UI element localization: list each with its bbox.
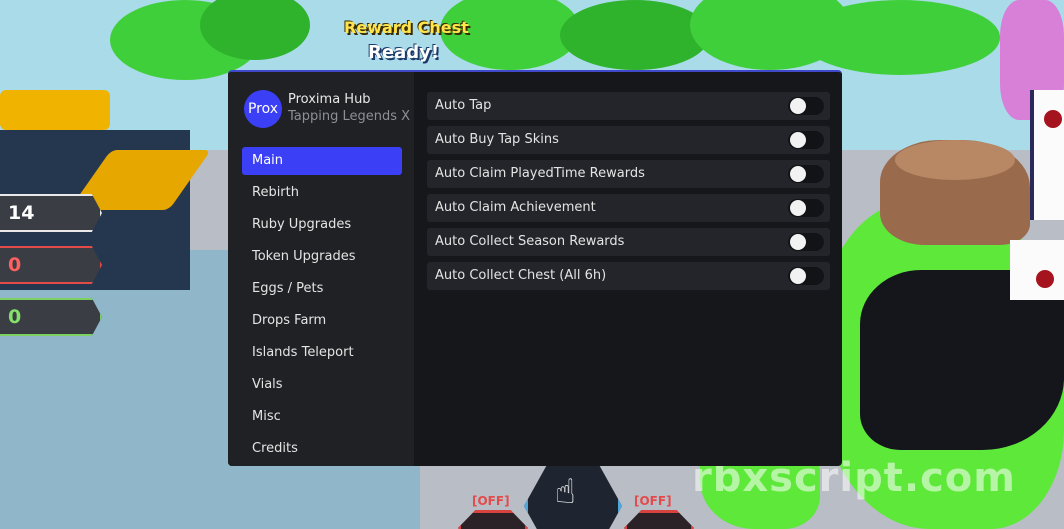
sidebar-item-main[interactable]: Main <box>242 147 402 175</box>
toggle-label: Auto Collect Season Rewards <box>435 234 625 249</box>
toggle-knob <box>790 200 806 216</box>
sidebar-item-rebirth[interactable]: Rebirth <box>242 179 402 207</box>
hub-title: Proxima Hub <box>288 92 371 107</box>
toggle-knob <box>790 166 806 182</box>
auto-collect-season-toggle[interactable] <box>788 233 824 251</box>
banner-dot <box>1036 270 1054 288</box>
banner-lower <box>1010 240 1064 300</box>
toggle-label: Auto Collect Chest (All 6h) <box>435 268 607 283</box>
reward-ready-label: Ready! <box>368 42 440 63</box>
taps-counter: 14 <box>0 194 102 232</box>
sidebar-item-credits[interactable]: Credits <box>242 435 402 463</box>
auto-claim-playedtime-toggle[interactable] <box>788 165 824 183</box>
rubies-counter: 0 <box>0 246 102 284</box>
off-tag-right: [OFF] <box>634 494 672 508</box>
sidebar-item-token-upgrades[interactable]: Token Upgrades <box>242 243 402 271</box>
off-tag-left: [OFF] <box>472 494 510 508</box>
toggle-row[interactable]: Auto Tap <box>427 92 830 120</box>
hand-tap-icon: ☝ <box>555 472 576 512</box>
toggle-row[interactable]: Auto Collect Season Rewards <box>427 228 830 256</box>
auto-buy-tap-skins-toggle[interactable] <box>788 131 824 149</box>
reward-chest-label: Reward Chest <box>344 18 469 37</box>
toggle-row[interactable]: Auto Collect Chest (All 6h) <box>427 262 830 290</box>
tree <box>560 0 710 70</box>
toggle-row[interactable]: Auto Buy Tap Skins <box>427 126 830 154</box>
auto-collect-chest-toggle[interactable] <box>788 267 824 285</box>
sidebar-item-drops-farm[interactable]: Drops Farm <box>242 307 402 335</box>
toggle-row[interactable]: Auto Claim Achievement <box>427 194 830 222</box>
sidebar-nav: Main Rebirth Ruby Upgrades Token Upgrade… <box>242 147 402 466</box>
toggle-label: Auto Tap <box>435 98 492 113</box>
toggle-label: Auto Buy Tap Skins <box>435 132 559 147</box>
sidebar: Prox Proxima Hub Tapping Legends X Main … <box>228 72 414 466</box>
toggle-knob <box>790 98 806 114</box>
tree-stump-top <box>895 140 1015 180</box>
banner <box>1030 90 1064 220</box>
toggle-knob <box>790 234 806 250</box>
toggle-row[interactable]: Auto Claim PlayedTime Rewards <box>427 160 830 188</box>
banner-dot <box>1044 110 1062 128</box>
sidebar-item-misc[interactable]: Misc <box>242 403 402 431</box>
sidebar-item-vials[interactable]: Vials <box>242 371 402 399</box>
hub-window: Prox Proxima Hub Tapping Legends X Main … <box>228 70 842 466</box>
toggle-label: Auto Claim PlayedTime Rewards <box>435 166 645 181</box>
sidebar-item-eggs-pets[interactable]: Eggs / Pets <box>242 275 402 303</box>
toggle-knob <box>790 268 806 284</box>
yellow-block <box>0 90 110 130</box>
hub-subtitle: Tapping Legends X <box>288 109 411 124</box>
main-content: Auto Tap Auto Buy Tap Skins Auto Claim P… <box>427 92 830 296</box>
sidebar-item-islands-teleport[interactable]: Islands Teleport <box>242 339 402 367</box>
toggle-label: Auto Claim Achievement <box>435 200 596 215</box>
auto-tap-toggle[interactable] <box>788 97 824 115</box>
toggle-knob <box>790 132 806 148</box>
avatar: Prox <box>244 90 282 128</box>
auto-claim-achievement-toggle[interactable] <box>788 199 824 217</box>
tree <box>800 0 1000 75</box>
sidebar-item-ruby-upgrades[interactable]: Ruby Upgrades <box>242 211 402 239</box>
tokens-counter: 0 <box>0 298 102 336</box>
